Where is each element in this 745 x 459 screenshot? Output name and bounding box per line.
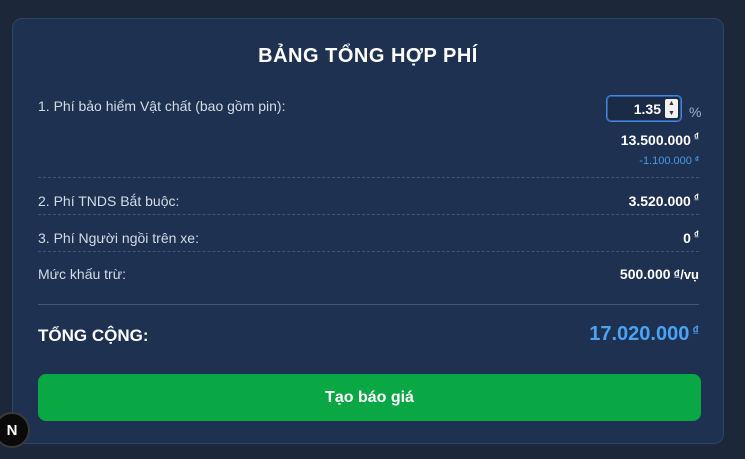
deductible-amount: 500.000 ₫/vụ [620, 266, 699, 282]
deductible-label: Mức khấu trừ: [38, 266, 126, 282]
stepper-down-icon[interactable]: ▼ [665, 109, 678, 118]
total-amount: 17.020.000 ₫ [589, 323, 699, 346]
row-divider [38, 251, 699, 252]
rate-input-value[interactable]: 1.35 [634, 101, 661, 117]
total-divider [38, 304, 699, 305]
tnds-fee-label: 2. Phí TNDS Bắt buộc: [38, 193, 180, 209]
row-divider [38, 177, 699, 178]
passenger-fee-amount: 0 ₫ [683, 230, 699, 246]
stepper-up-icon[interactable]: ▲ [665, 99, 678, 108]
currency-unit: ₫ [692, 323, 699, 338]
total-value: 17.020.000 [589, 323, 690, 345]
rate-input[interactable]: 1.35 ▲ ▼ [606, 95, 682, 122]
rate-unit: % [689, 104, 702, 120]
currency-unit: ₫ [693, 230, 699, 241]
currency-unit: ₫ [693, 132, 699, 143]
currency-unit: ₫ [694, 155, 699, 164]
fee-summary-card: BẢNG TỔNG HỢP PHÍ 1. Phí bảo hiểm Vật ch… [12, 18, 724, 444]
total-label: TỔNG CỘNG: [38, 326, 149, 345]
deductible-unit: ₫/vụ [673, 267, 699, 282]
card-title: BẢNG TỔNG HỢP PHÍ [258, 45, 478, 67]
physical-fee-discount: -1.100.000 ₫ [639, 155, 699, 167]
passenger-fee-label: 3. Phí Người ngồi trên xe: [38, 230, 199, 246]
discount-value: -1.100.000 [639, 155, 692, 167]
physical-fee-label: 1. Phí bảo hiểm Vật chất (bao gồm pin): [38, 98, 286, 114]
physical-fee-value: 13.500.000 [620, 132, 691, 148]
currency-unit: ₫ [693, 193, 699, 204]
physical-fee-amount: 13.500.000 ₫ [621, 132, 699, 148]
deductible-value: 500.000 [619, 266, 671, 282]
passenger-fee-value: 0 [683, 230, 691, 246]
rate-stepper[interactable]: ▲ ▼ [665, 99, 678, 118]
tnds-fee-value: 3.520.000 [628, 193, 691, 209]
row-divider [38, 214, 699, 215]
create-quote-button[interactable]: Tạo báo giá [38, 374, 701, 421]
tnds-fee-amount: 3.520.000 ₫ [629, 193, 699, 209]
